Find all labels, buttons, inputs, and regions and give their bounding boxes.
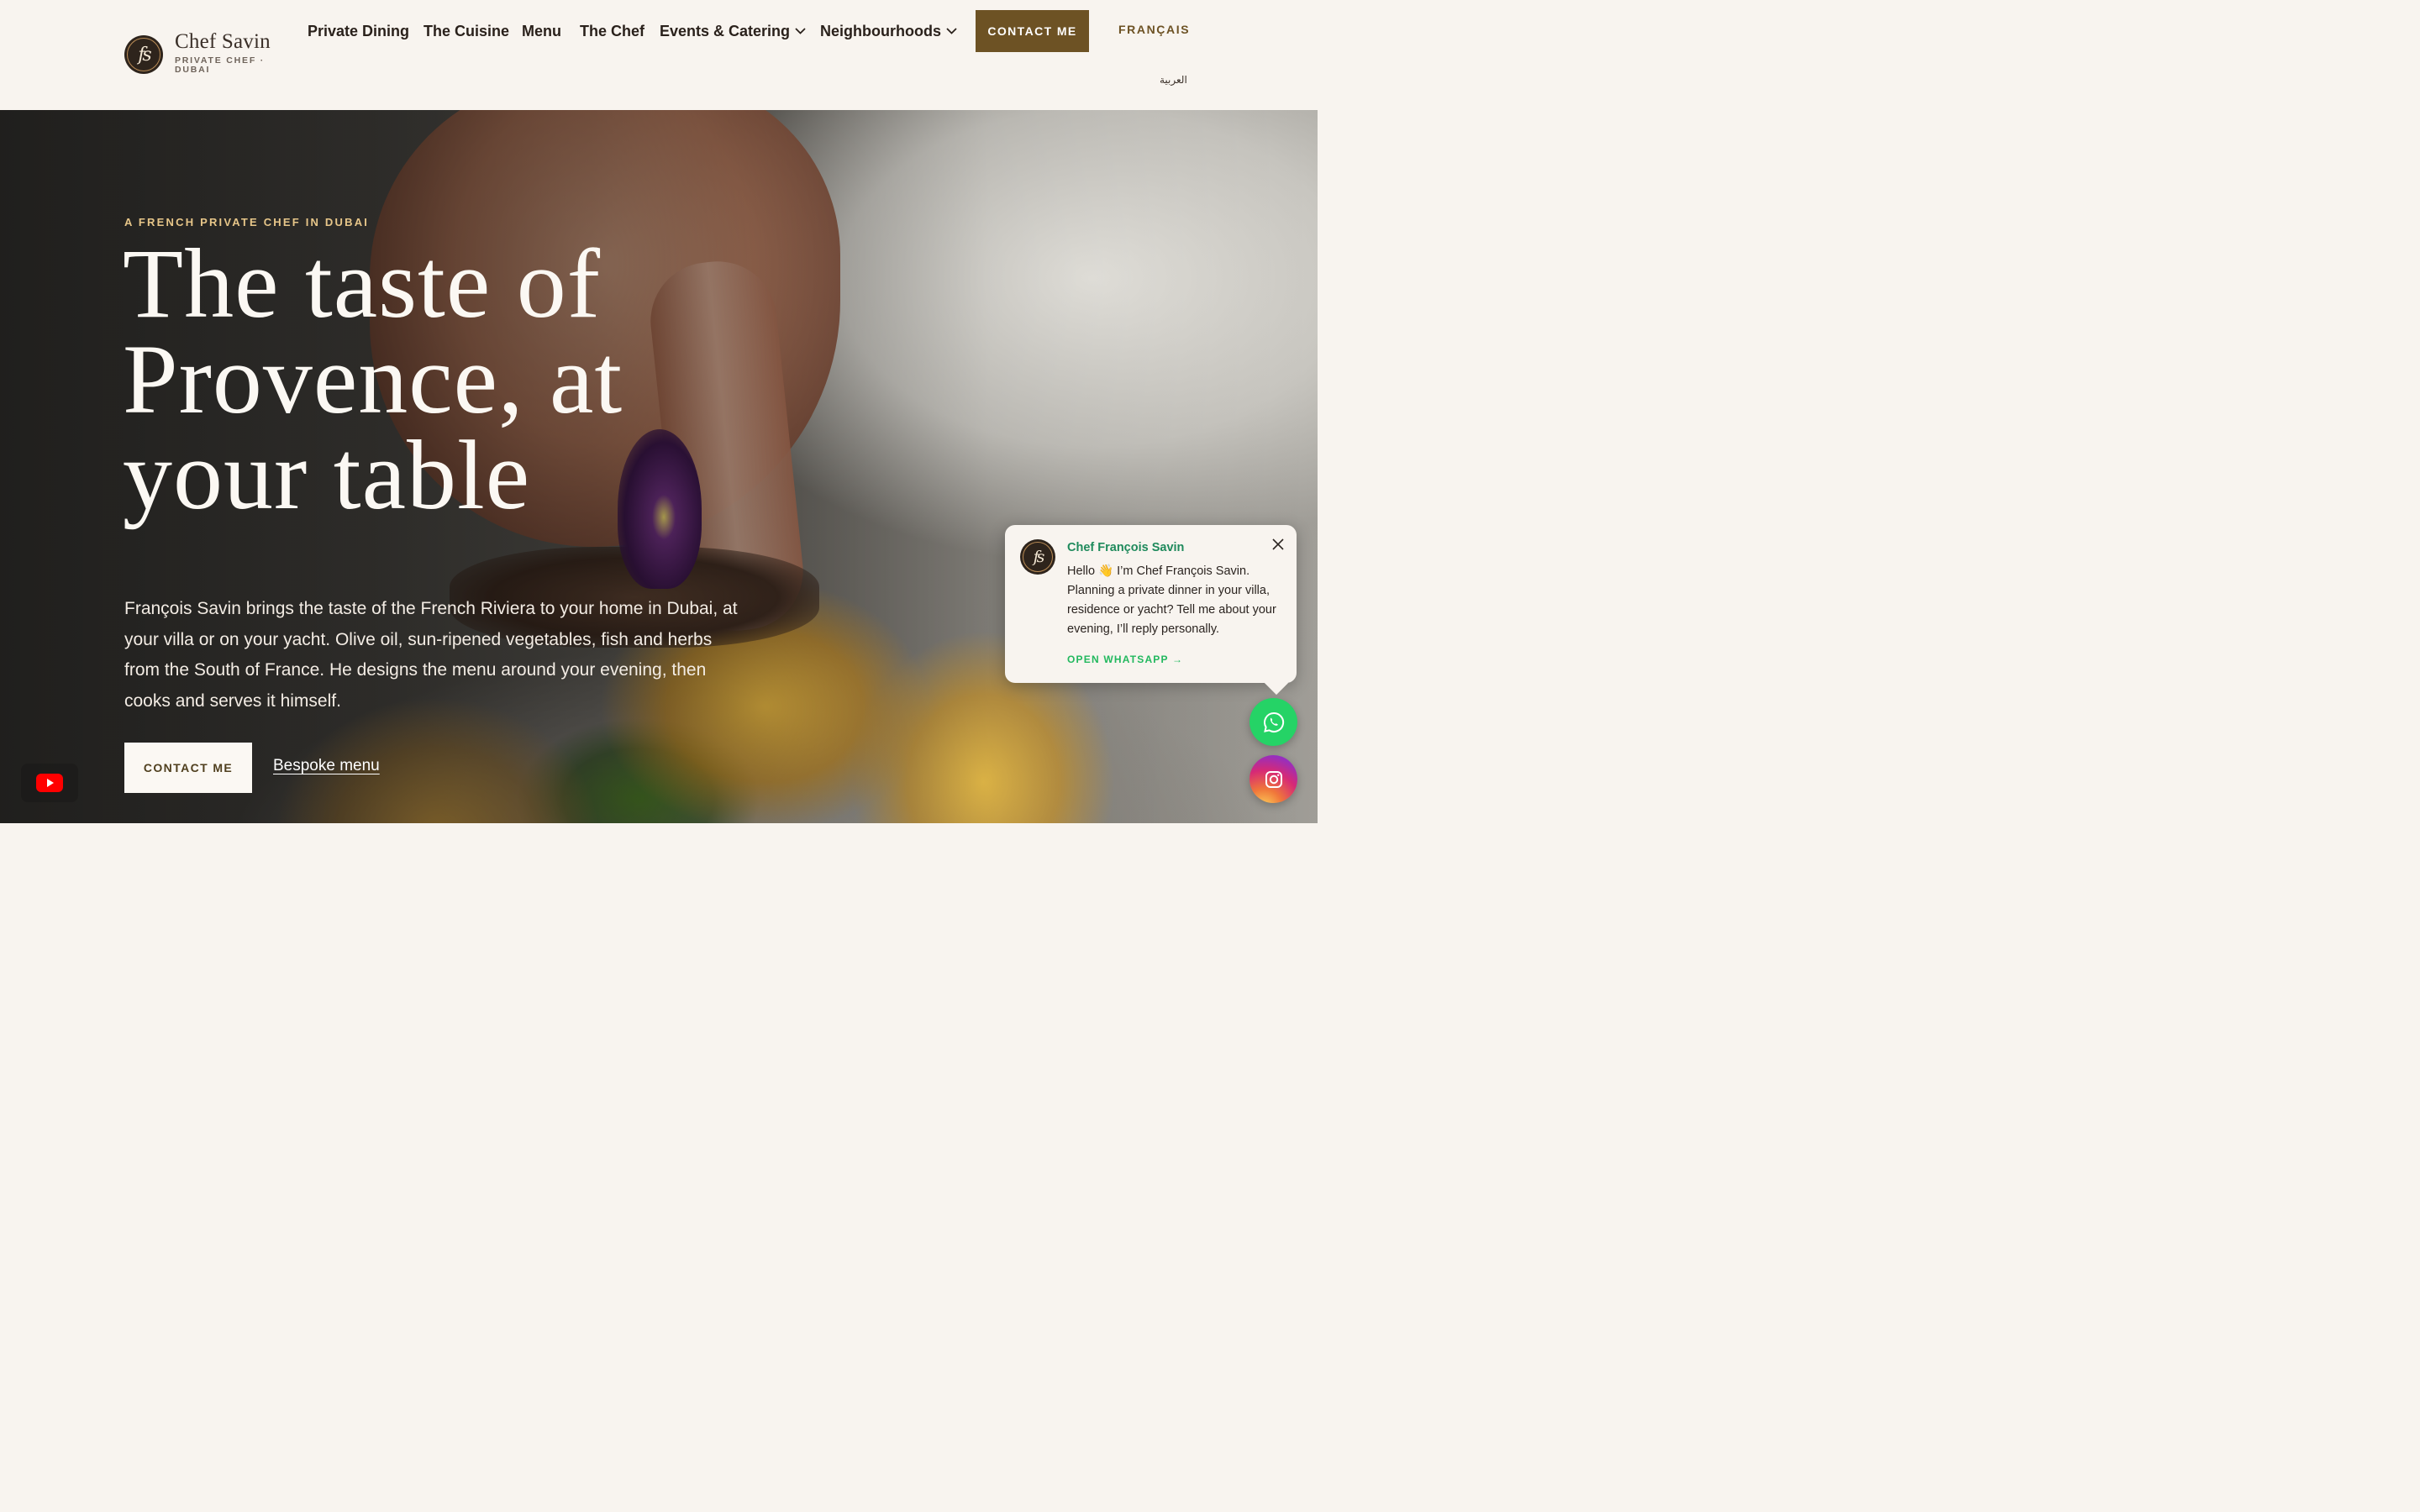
nav-events-catering[interactable]: Events & Catering: [660, 20, 807, 42]
nav-label: Menu: [522, 22, 561, 39]
chat-sender-name: Chef François Savin: [1067, 541, 1185, 554]
whatsapp-icon: [1263, 711, 1284, 732]
nav-neighbourhoods[interactable]: Neighbourhoods: [820, 20, 958, 42]
instagram-icon: [1265, 770, 1282, 788]
nav-the-cuisine[interactable]: The Cuisine: [424, 20, 509, 42]
nav-label: The Chef: [580, 22, 645, 39]
nav-private-dining[interactable]: Private Dining: [308, 20, 409, 42]
chevron-down-icon: [945, 25, 958, 38]
language-french-link[interactable]: FRANÇAIS: [1118, 23, 1190, 36]
brand-tagline: PRIVATE CHEF · DUBAI: [175, 55, 266, 75]
nav-the-chef[interactable]: The Chef: [580, 20, 644, 42]
instagram-button[interactable]: [1249, 755, 1297, 803]
bespoke-menu-link[interactable]: Bespoke menu: [273, 757, 380, 775]
hero-contact-button[interactable]: CONTACT ME: [124, 743, 252, 793]
hero-section: A FRENCH PRIVATE CHEF IN DUBAI The taste…: [0, 110, 1318, 823]
site-header: fs Chef Savin PRIVATE CHEF · DUBAI Priva…: [0, 0, 1318, 110]
chat-message: Hello 👋 I’m Chef François Savin. Plannin…: [1067, 564, 1276, 636]
open-whatsapp-link[interactable]: OPEN WHATSAPP →: [1067, 654, 1183, 665]
youtube-button[interactable]: [21, 764, 78, 802]
nav-label: The Cuisine: [424, 22, 510, 39]
nav-label: Private Dining: [308, 22, 410, 39]
whatsapp-chat-popup: fs Chef François Savin Hello 👋 I’m Chef …: [1005, 525, 1297, 683]
header-contact-button[interactable]: CONTACT ME: [976, 10, 1089, 52]
hero-eyebrow: A FRENCH PRIVATE CHEF IN DUBAI: [124, 216, 370, 228]
logo-monogram[interactable]: fs: [124, 35, 163, 74]
chevron-down-icon: [794, 25, 807, 38]
nav-menu[interactable]: Menu: [522, 20, 561, 42]
hero-description: François Savin brings the taste of the F…: [124, 599, 738, 711]
close-icon[interactable]: [1270, 537, 1286, 552]
brand-name[interactable]: Chef Savin: [175, 30, 271, 54]
youtube-icon: [36, 774, 63, 792]
chef-avatar: fs: [1020, 539, 1055, 575]
hero-title: The taste of Provence, at your table: [123, 228, 623, 530]
language-arabic-link[interactable]: العربية: [1160, 74, 1187, 86]
whatsapp-button[interactable]: [1249, 698, 1297, 746]
nav-label: Events & Catering: [660, 22, 791, 39]
nav-label: Neighbourhoods: [820, 22, 941, 39]
